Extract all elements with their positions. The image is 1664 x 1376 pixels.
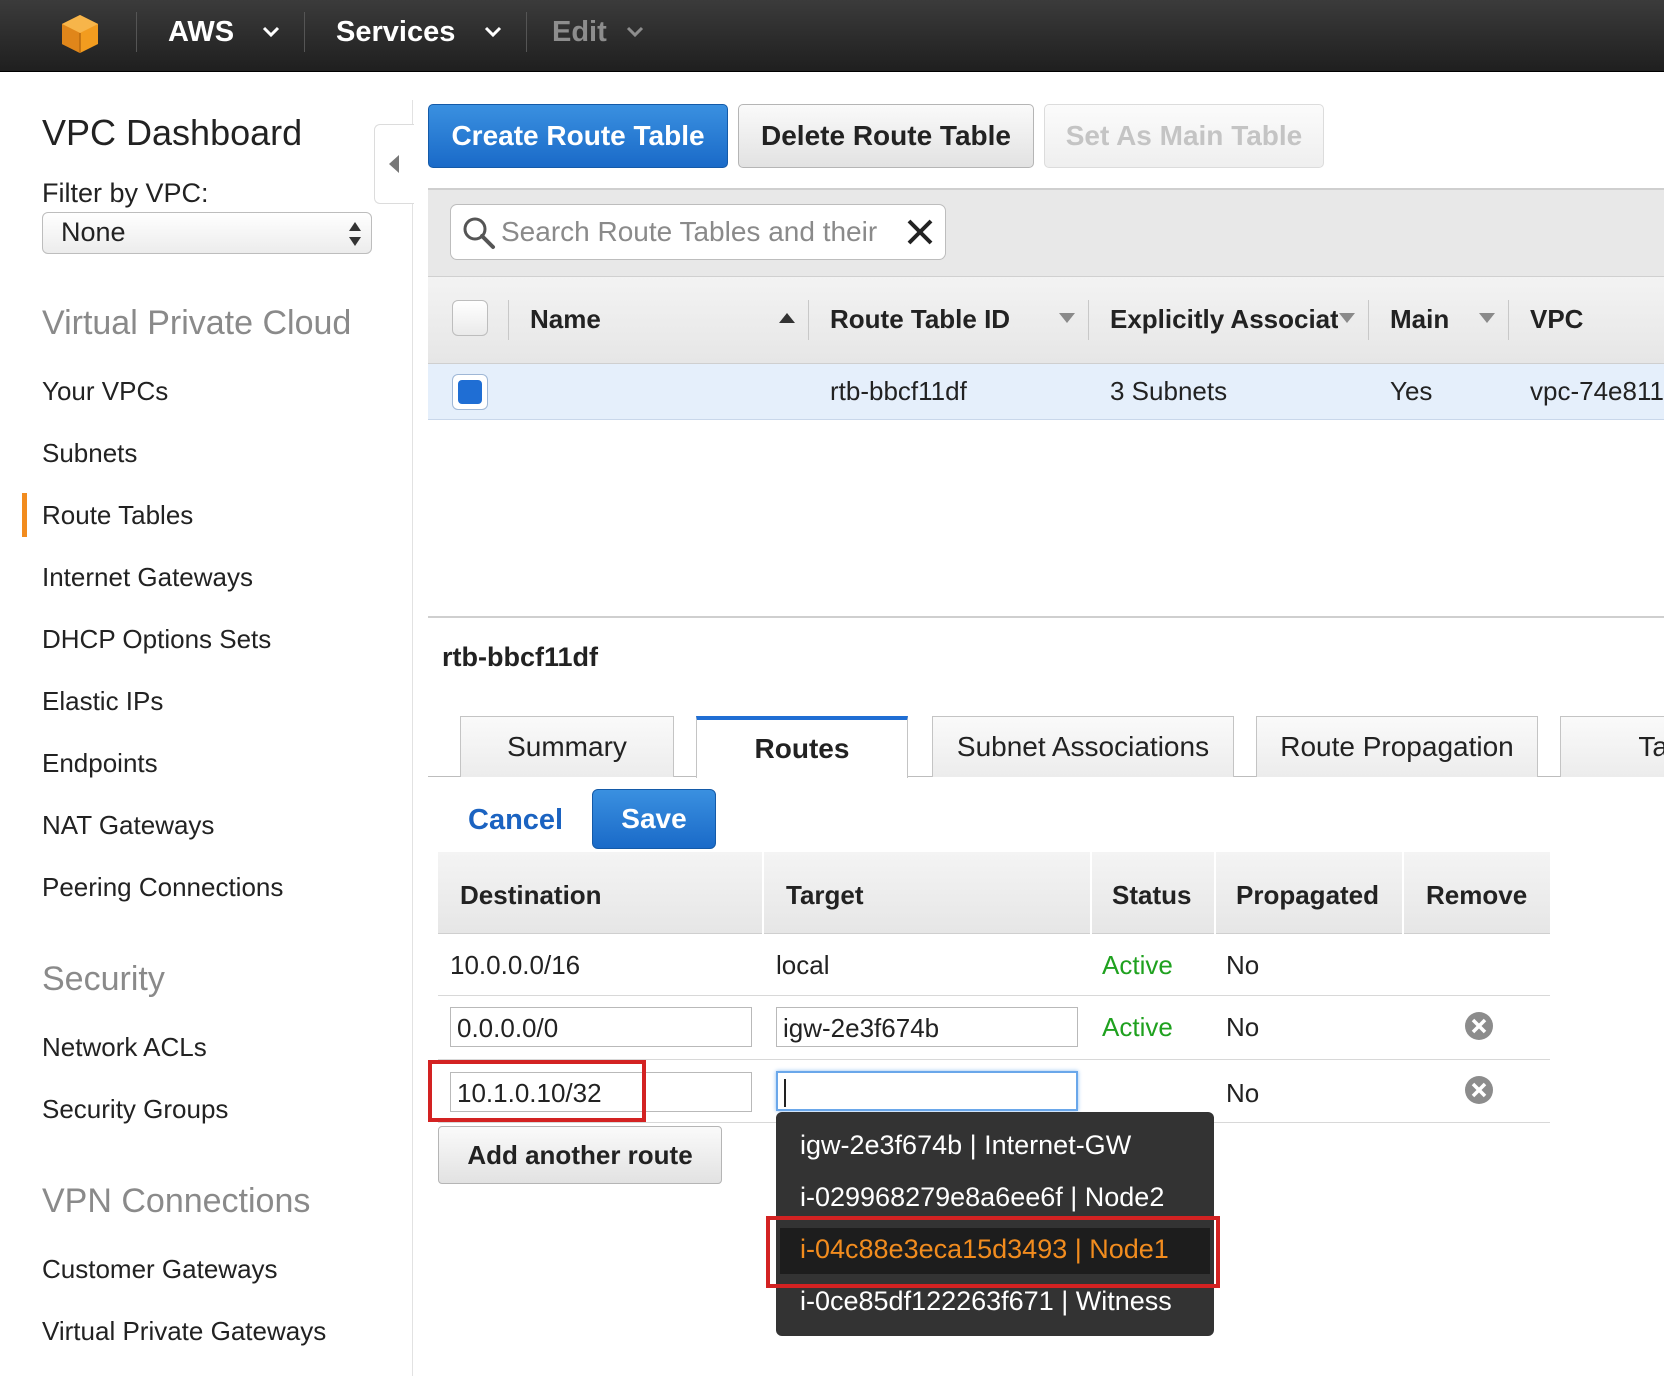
sidebar-section-vpn-connections: VPN Connections — [42, 1182, 311, 1220]
column-header-route-table-id[interactable]: Route Table ID — [830, 304, 1010, 335]
services-menu[interactable]: Services — [336, 16, 455, 49]
column-header-main[interactable]: Main — [1390, 304, 1449, 335]
text-cursor — [784, 1079, 786, 1107]
cancel-link[interactable]: Cancel — [468, 804, 563, 837]
search-icon — [463, 217, 495, 249]
column-header-explicitly-associated[interactable]: Explicitly Associat — [1110, 304, 1338, 335]
tab-tags[interactable]: Ta — [1560, 716, 1664, 777]
save-button[interactable]: Save — [592, 789, 716, 849]
row-explicitly-associated: 3 Subnets — [1110, 376, 1228, 406]
routes-header-target: Target — [786, 880, 864, 910]
row-main: Yes — [1390, 376, 1433, 406]
remove-route-icon[interactable] — [1464, 1011, 1494, 1041]
chevron-left-icon — [389, 155, 399, 173]
route-propagated: No — [1226, 950, 1260, 980]
dropdown-option[interactable]: igw-2e3f674b | Internet-GW — [800, 1130, 1131, 1161]
routes-header-status: Status — [1112, 880, 1192, 910]
dropdown-option[interactable]: i-029968279e8a6ee6f | Node2 — [800, 1182, 1164, 1213]
sort-dropdown-icon[interactable] — [1058, 312, 1076, 324]
filter-by-vpc-select[interactable]: None — [42, 212, 372, 254]
search-input[interactable] — [499, 213, 899, 251]
delete-route-table-button[interactable]: Delete Route Table — [738, 104, 1034, 168]
sidebar-item-elastic-ips[interactable]: Elastic IPs — [42, 686, 163, 717]
route-destination-input[interactable] — [450, 1007, 752, 1047]
select-all-checkbox[interactable] — [452, 300, 488, 336]
edit-menu[interactable]: Edit — [552, 16, 607, 49]
route-propagated: No — [1226, 1078, 1260, 1108]
select-arrows-icon — [349, 222, 361, 246]
annotation-highlight-destination — [428, 1060, 646, 1122]
sidebar-item-virtual-private-gateways[interactable]: Virtual Private Gateways — [42, 1316, 326, 1347]
sort-dropdown-icon[interactable] — [1478, 312, 1496, 324]
column-header-name[interactable]: Name — [530, 304, 601, 335]
sidebar-item-internet-gateways[interactable]: Internet Gateways — [42, 562, 253, 593]
create-route-table-button[interactable]: Create Route Table — [428, 104, 728, 168]
sort-dropdown-icon[interactable] — [1338, 312, 1356, 324]
remove-route-icon[interactable] — [1464, 1075, 1494, 1105]
tab-route-propagation[interactable]: Route Propagation — [1256, 716, 1538, 777]
sidebar-item-route-tables[interactable]: Route Tables — [42, 500, 193, 531]
aws-cube-logo-icon[interactable] — [58, 12, 102, 56]
sidebar-section-security: Security — [42, 960, 165, 998]
route-target-input-focused[interactable] — [776, 1071, 1078, 1111]
chevron-down-icon — [484, 26, 502, 38]
top-navigation-bar: AWS Services Edit — [0, 0, 1664, 72]
add-another-route-button[interactable]: Add another route — [438, 1126, 722, 1184]
sidebar-divider — [412, 100, 413, 1376]
pane-resize-divider[interactable] — [428, 616, 1664, 618]
chevron-down-icon — [626, 26, 644, 38]
sidebar-item-dhcp-options-sets[interactable]: DHCP Options Sets — [42, 624, 271, 655]
row-vpc: vpc-74e811 — [1530, 376, 1664, 406]
route-destination: 10.0.0.0/16 — [450, 950, 581, 980]
sidebar-title: VPC Dashboard — [42, 112, 303, 153]
sidebar-item-nat-gateways[interactable]: NAT Gateways — [42, 810, 214, 841]
sort-ascending-icon[interactable] — [778, 312, 796, 324]
route-status: Active — [1102, 950, 1173, 980]
tab-subnet-associations[interactable]: Subnet Associations — [932, 716, 1234, 777]
column-header-vpc[interactable]: VPC — [1530, 304, 1583, 335]
sidebar-item-peering-connections[interactable]: Peering Connections — [42, 872, 283, 903]
sidebar-item-network-acls[interactable]: Network ACLs — [42, 1032, 207, 1063]
tab-tags-label: Ta — [1638, 731, 1664, 762]
routes-table-header — [438, 852, 1550, 934]
collapse-sidebar-button[interactable] — [374, 124, 414, 204]
clear-search-icon[interactable] — [905, 217, 935, 247]
row-checkbox[interactable] — [452, 374, 488, 410]
search-box[interactable] — [450, 204, 946, 260]
filter-select-value: None — [61, 217, 126, 247]
sidebar — [0, 73, 412, 1376]
set-as-main-table-button[interactable]: Set As Main Table — [1044, 104, 1324, 168]
sidebar-section-virtual-private-cloud: Virtual Private Cloud — [42, 304, 352, 342]
tab-routes[interactable]: Routes — [696, 716, 908, 778]
sidebar-item-subnets[interactable]: Subnets — [42, 438, 137, 469]
route-target: local — [776, 950, 830, 980]
aws-menu[interactable]: AWS — [168, 16, 234, 49]
detail-route-table-id: rtb-bbcf11df — [442, 642, 599, 672]
row-route-table-id: rtb-bbcf11df — [830, 376, 967, 406]
routes-header-destination: Destination — [460, 880, 602, 910]
sidebar-item-endpoints[interactable]: Endpoints — [42, 748, 158, 779]
routes-header-propagated: Propagated — [1236, 880, 1380, 910]
route-status: Active — [1102, 1012, 1173, 1042]
table-row[interactable] — [428, 364, 1664, 420]
sidebar-item-your-vpcs[interactable]: Your VPCs — [42, 376, 168, 407]
routes-header-remove: Remove — [1426, 880, 1528, 910]
chevron-down-icon — [262, 26, 280, 38]
sidebar-item-security-groups[interactable]: Security Groups — [42, 1094, 228, 1125]
filter-by-vpc-label: Filter by VPC: — [42, 178, 209, 208]
active-item-indicator — [22, 493, 27, 537]
route-target-input[interactable] — [776, 1007, 1078, 1047]
tab-summary[interactable]: Summary — [460, 716, 674, 777]
route-propagated: No — [1226, 1012, 1260, 1042]
sidebar-item-customer-gateways[interactable]: Customer Gateways — [42, 1254, 278, 1285]
dropdown-option[interactable]: i-0ce85df122263f671 | Witness — [800, 1286, 1172, 1317]
annotation-highlight-node1 — [766, 1216, 1220, 1288]
